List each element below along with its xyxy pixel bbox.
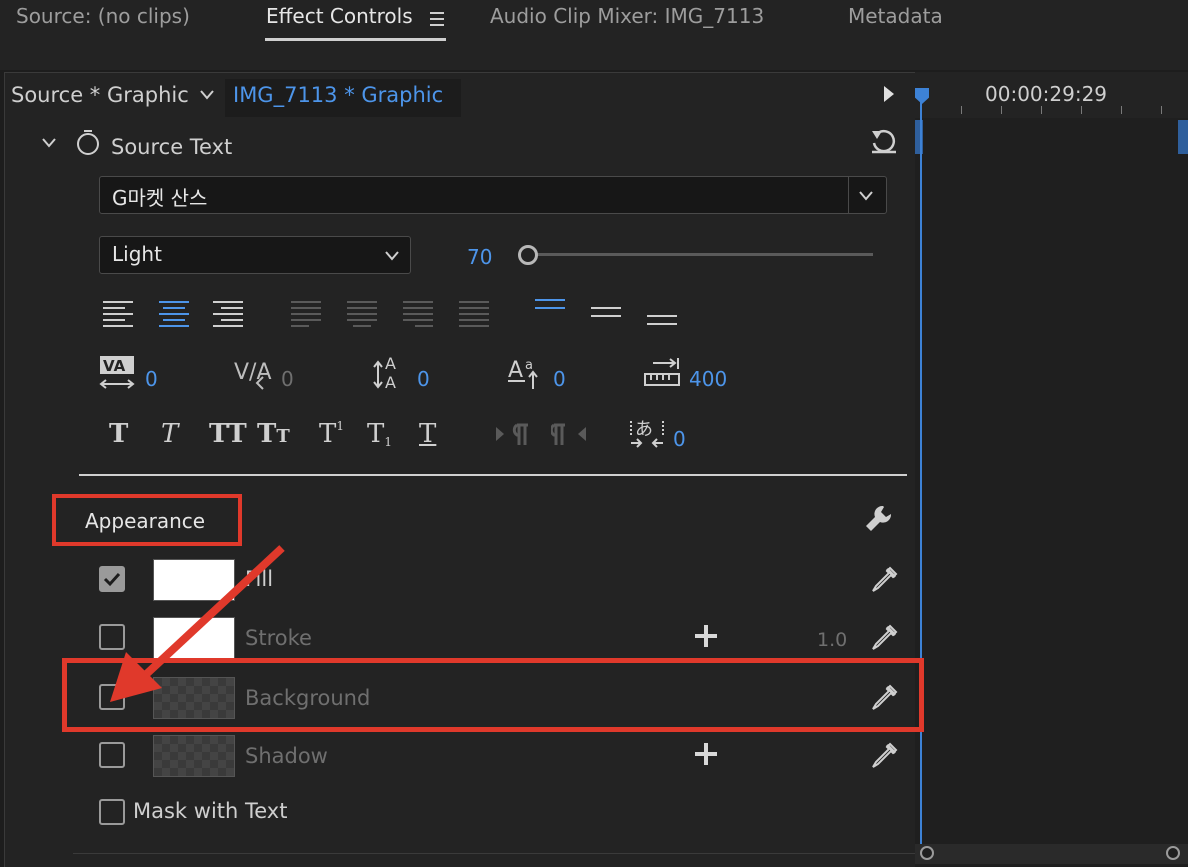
ltr-text-icon[interactable] bbox=[495, 421, 531, 447]
tracking-value[interactable]: 0 bbox=[281, 367, 294, 391]
clip-tabs: Source * Graphic IMG_7113 * Graphic bbox=[5, 73, 915, 117]
scrollbar-right-handle[interactable] bbox=[1166, 846, 1180, 860]
add-stroke-icon[interactable] bbox=[695, 625, 717, 647]
tab-effect-controls[interactable]: Effect Controls bbox=[266, 4, 413, 28]
stroke-width-value[interactable]: 1.0 bbox=[817, 629, 847, 651]
align-center-icon[interactable] bbox=[159, 301, 189, 327]
font-family-value: G마켓 산스 bbox=[112, 186, 208, 210]
tracking-icon: V/A bbox=[234, 360, 272, 390]
tab-metadata[interactable]: Metadata bbox=[848, 4, 943, 28]
tab-width-value[interactable]: 400 bbox=[689, 367, 727, 391]
faux-italic-icon[interactable]: T bbox=[161, 419, 178, 449]
kerning-value[interactable]: 0 bbox=[145, 367, 158, 391]
tsume-icon: あ bbox=[630, 419, 664, 448]
mask-with-text-label: Mask with Text bbox=[133, 799, 288, 823]
stopwatch-icon[interactable] bbox=[75, 128, 101, 156]
shadow-color-swatch[interactable] bbox=[153, 735, 235, 777]
font-style-dropdown[interactable]: Light bbox=[99, 236, 411, 274]
scrollbar-left-handle[interactable] bbox=[920, 846, 934, 860]
font-size-slider-handle[interactable] bbox=[518, 245, 538, 265]
align-top-icon[interactable] bbox=[535, 299, 565, 325]
align-middle-icon[interactable] bbox=[591, 307, 621, 333]
small-caps-icon[interactable]: TT bbox=[257, 419, 290, 449]
svg-text:V/A: V/A bbox=[234, 360, 272, 385]
panel-tab-bar: Source: (no clips) Effect Controls Audio… bbox=[0, 0, 1188, 70]
leading-value[interactable]: 0 bbox=[417, 367, 430, 391]
justify-center-icon[interactable] bbox=[347, 301, 377, 327]
tab-audio-clip-mixer[interactable]: Audio Clip Mixer: IMG_7113 bbox=[490, 4, 764, 28]
svg-text:A: A bbox=[385, 354, 396, 373]
wrench-icon[interactable] bbox=[863, 503, 895, 535]
source-text-label: Source Text bbox=[111, 135, 233, 159]
eyedropper-icon[interactable] bbox=[869, 623, 899, 653]
leading-icon: A A bbox=[373, 354, 396, 391]
clip-end-marker bbox=[1178, 120, 1188, 154]
rtl-text-icon[interactable] bbox=[551, 421, 587, 447]
chevron-down-icon bbox=[385, 251, 399, 261]
eyedropper-icon[interactable] bbox=[869, 741, 899, 771]
section-divider bbox=[79, 474, 907, 476]
font-family-dropdown[interactable]: G마켓 산스 bbox=[99, 176, 887, 214]
kerning-icon: VA bbox=[99, 356, 135, 389]
add-shadow-icon[interactable] bbox=[695, 743, 717, 765]
tab-master-clip[interactable]: Source * Graphic bbox=[11, 83, 189, 107]
tab-clip-graphic[interactable]: IMG_7113 * Graphic bbox=[233, 83, 443, 107]
playhead-line[interactable] bbox=[920, 92, 922, 852]
eyedropper-icon[interactable] bbox=[869, 565, 899, 595]
collapse-chevron-icon[interactable] bbox=[41, 137, 57, 149]
tab-width-icon bbox=[644, 358, 680, 386]
subscript-icon[interactable]: T1 bbox=[367, 419, 392, 449]
effect-timeline: 00:00:29:29 bbox=[915, 72, 1188, 866]
expand-timeline-icon[interactable] bbox=[883, 85, 895, 103]
chevron-down-icon[interactable] bbox=[199, 89, 215, 101]
font-size-value[interactable]: 70 bbox=[467, 245, 492, 269]
justify-right-icon[interactable] bbox=[403, 301, 433, 327]
svg-text:あ: あ bbox=[635, 419, 653, 440]
align-left-icon[interactable] bbox=[103, 301, 133, 327]
font-size-slider-track[interactable] bbox=[527, 253, 873, 256]
baseline-shift-value[interactable]: 0 bbox=[553, 367, 566, 391]
tsume-value[interactable]: 0 bbox=[673, 427, 686, 451]
effect-controls-panel: Source * Graphic IMG_7113 * Graphic Sour… bbox=[4, 72, 915, 867]
panel-menu-icon[interactable] bbox=[430, 12, 444, 26]
chevron-down-icon bbox=[859, 191, 873, 201]
svg-text:A: A bbox=[508, 358, 523, 383]
shadow-label: Shadow bbox=[245, 744, 328, 768]
superscript-icon[interactable]: T1 bbox=[319, 419, 344, 449]
align-right-icon[interactable] bbox=[213, 301, 243, 327]
zoom-scrollbar[interactable] bbox=[915, 844, 1188, 864]
active-tab-indicator bbox=[265, 38, 446, 41]
all-caps-icon[interactable]: TT bbox=[209, 419, 247, 449]
justify-left-icon[interactable] bbox=[291, 301, 321, 327]
svg-text:A: A bbox=[385, 373, 396, 391]
timecode: 00:00:29:29 bbox=[985, 82, 1108, 106]
justify-all-icon[interactable] bbox=[459, 301, 489, 327]
align-bottom-icon[interactable] bbox=[647, 315, 677, 341]
annotation-arrow-icon bbox=[110, 545, 285, 702]
font-style-value: Light bbox=[112, 242, 162, 266]
underline-icon[interactable]: T bbox=[419, 419, 436, 449]
svg-text:VA: VA bbox=[103, 357, 126, 375]
time-ruler[interactable]: 00:00:29:29 bbox=[915, 72, 1188, 118]
svg-text:a: a bbox=[525, 358, 533, 373]
appearance-highlight-box bbox=[52, 494, 242, 546]
shadow-checkbox[interactable] bbox=[99, 742, 125, 768]
faux-bold-icon[interactable]: T bbox=[109, 419, 128, 449]
baseline-shift-icon: A a bbox=[508, 358, 538, 389]
reset-icon[interactable] bbox=[869, 127, 899, 155]
mask-with-text-checkbox[interactable] bbox=[99, 799, 125, 825]
tab-source[interactable]: Source: (no clips) bbox=[16, 4, 190, 28]
